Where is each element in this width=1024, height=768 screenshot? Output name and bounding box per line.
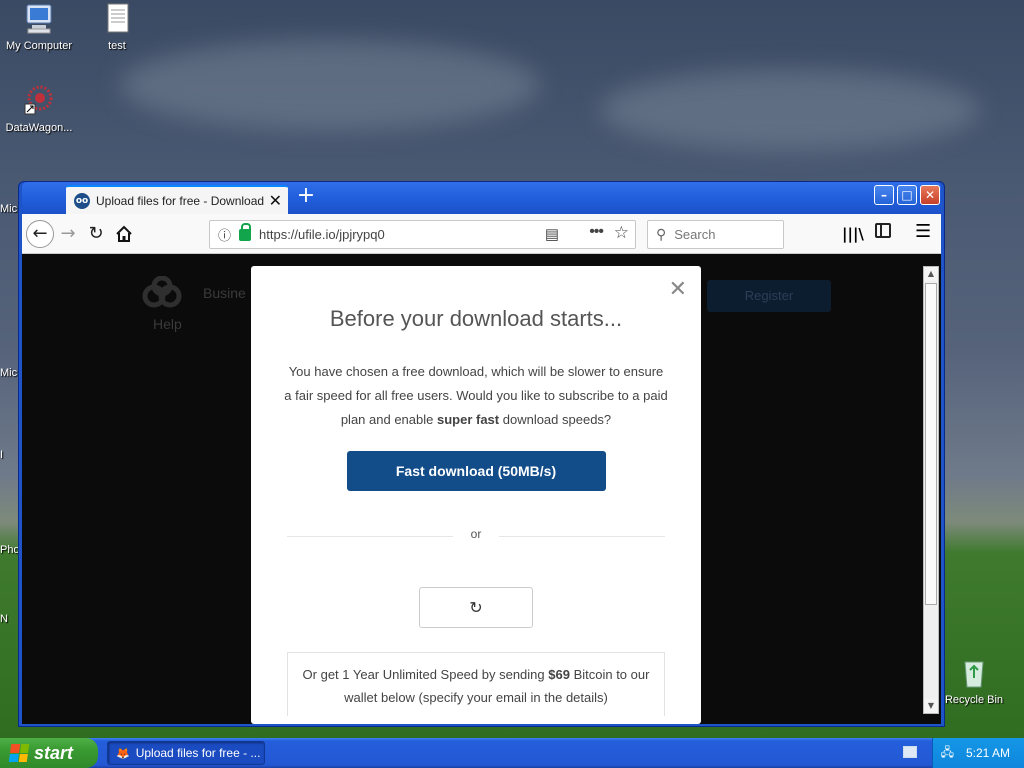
- taskbar: start 🦊 Upload files for free - ... 🖧 5:…: [0, 738, 1024, 768]
- page-content: Help Busine Register ✕ Before your downl…: [22, 254, 941, 724]
- library-icon[interactable]: |||\: [842, 225, 864, 243]
- keyboard-tray-icon[interactable]: [903, 746, 917, 758]
- desktop-icon-label: Recycle Bin: [944, 694, 1004, 706]
- info-icon[interactable]: ⓘ: [218, 225, 231, 244]
- bitcoin-amount: $69: [548, 667, 570, 682]
- home-icon: [116, 225, 132, 242]
- taskbar-item-browser[interactable]: 🦊 Upload files for free - ...: [107, 741, 265, 765]
- recycle-bin-icon: [957, 656, 991, 690]
- desktop-icon-label-partial[interactable]: Mic: [0, 367, 17, 379]
- back-button[interactable]: ←: [26, 219, 54, 248]
- system-tray: 🖧 5:21 AM: [932, 738, 1024, 768]
- firefox-taskbar-icon: 🦊: [116, 747, 130, 760]
- search-placeholder: Search: [674, 227, 716, 242]
- reload-button[interactable]: ↻: [82, 220, 110, 248]
- start-button[interactable]: start: [0, 738, 98, 768]
- desktop-icon-recycle-bin[interactable]: Recycle Bin: [935, 656, 1013, 706]
- my-computer-icon: [22, 2, 56, 36]
- modal-description: You have chosen a free download, which w…: [284, 360, 669, 432]
- scrollbar-thumb[interactable]: [925, 283, 937, 605]
- scroll-down-arrow-icon[interactable]: ▼: [924, 699, 938, 713]
- search-input[interactable]: ⚲ Search: [647, 220, 784, 249]
- desktop-icon-label: DataWagon...: [5, 122, 73, 134]
- browser-titlebar[interactable]: oo Upload files for free - Download.zi ✕…: [22, 182, 941, 214]
- browser-window: oo Upload files for free - Download.zi ✕…: [18, 181, 945, 727]
- url-text[interactable]: https://ufile.io/jpjrypq0: [259, 227, 385, 242]
- desktop-icon-label-partial[interactable]: N: [0, 613, 8, 625]
- bookmark-star-icon[interactable]: ☆: [614, 223, 629, 243]
- forward-button[interactable]: →: [54, 220, 82, 248]
- page-actions-icon[interactable]: •••: [589, 223, 604, 241]
- ufile-favicon-icon: oo: [74, 192, 90, 209]
- modal-description-text-end: download speeds?: [499, 412, 612, 427]
- menu-hamburger-icon[interactable]: ☰: [915, 221, 931, 242]
- desktop-icon-datawagon[interactable]: DataWagon...: [0, 84, 78, 134]
- desktop-icon-test[interactable]: test: [78, 2, 156, 52]
- desktop-icon-label: My Computer: [5, 40, 73, 52]
- browser-tab[interactable]: oo Upload files for free - Download.zi ✕: [66, 185, 288, 214]
- reader-view-icon[interactable]: ▤: [545, 225, 559, 243]
- desktop-icon-my-computer[interactable]: My Computer: [0, 2, 78, 52]
- minimize-button[interactable]: –: [874, 185, 894, 205]
- desktop-icon-label-partial[interactable]: I: [0, 449, 3, 461]
- fast-download-button[interactable]: Fast download (50MB/s): [346, 451, 606, 491]
- tab-title: Upload files for free - Download.zi: [96, 193, 265, 208]
- or-label: or: [470, 527, 482, 541]
- close-window-button[interactable]: ✕: [920, 185, 940, 205]
- scroll-up-arrow-icon[interactable]: ▲: [924, 267, 938, 281]
- start-label: start: [34, 742, 74, 763]
- clock[interactable]: 5:21 AM: [966, 746, 1010, 760]
- sidebar-toggle-icon[interactable]: [875, 223, 891, 238]
- back-arrow-icon: ←: [32, 223, 48, 244]
- new-tab-button[interactable]: +: [294, 185, 318, 209]
- navigation-toolbar: ← → ↻ ⓘ https://ufile.io/jpjrypq0 ▤ ••• …: [22, 214, 941, 254]
- refresh-button[interactable]: ↻: [419, 587, 533, 628]
- vertical-scrollbar[interactable]: ▲ ▼: [923, 266, 939, 714]
- desktop-icon-label-partial[interactable]: Mic: [0, 203, 17, 215]
- refresh-icon: ↻: [469, 599, 483, 617]
- download-modal: ✕ Before your download starts... You hav…: [251, 266, 701, 724]
- taskbar-item-label: Upload files for free - ...: [135, 746, 261, 760]
- text-document-icon: [100, 2, 134, 36]
- bg-help-link: Help: [153, 316, 182, 332]
- modal-title: Before your download starts...: [329, 306, 623, 331]
- maximize-button[interactable]: □: [897, 185, 917, 205]
- datawagon-shortcut-icon: [22, 84, 56, 118]
- windows-flag-icon: [8, 744, 30, 762]
- reload-icon: ↻: [88, 223, 104, 244]
- site-logo-icon: [140, 275, 184, 312]
- desktop-icon-label: test: [108, 40, 126, 52]
- wallpaper-cloud: [600, 70, 980, 150]
- home-button[interactable]: [110, 220, 138, 248]
- network-tray-icon[interactable]: 🖧: [941, 743, 954, 764]
- search-icon: ⚲: [656, 226, 667, 242]
- modal-close-icon[interactable]: ✕: [669, 276, 687, 302]
- or-divider: or: [287, 527, 665, 543]
- modal-description-bold: super fast: [436, 412, 500, 427]
- address-bar[interactable]: ⓘ https://ufile.io/jpjrypq0 ▤ ••• ☆: [209, 220, 636, 249]
- bg-register-button: Register: [707, 280, 831, 312]
- wallpaper-cloud: [120, 40, 540, 130]
- lock-icon[interactable]: [239, 222, 252, 241]
- bitcoin-offer-text: Or get 1 Year Unlimited Speed by sending: [302, 667, 549, 682]
- bg-business-link: Busine: [203, 285, 246, 301]
- tab-close-icon[interactable]: ✕: [269, 191, 282, 210]
- forward-arrow-icon: →: [60, 223, 76, 244]
- bitcoin-offer-box: Or get 1 Year Unlimited Speed by sending…: [287, 652, 665, 716]
- desktop-icon-label-partial[interactable]: Pho: [0, 544, 20, 556]
